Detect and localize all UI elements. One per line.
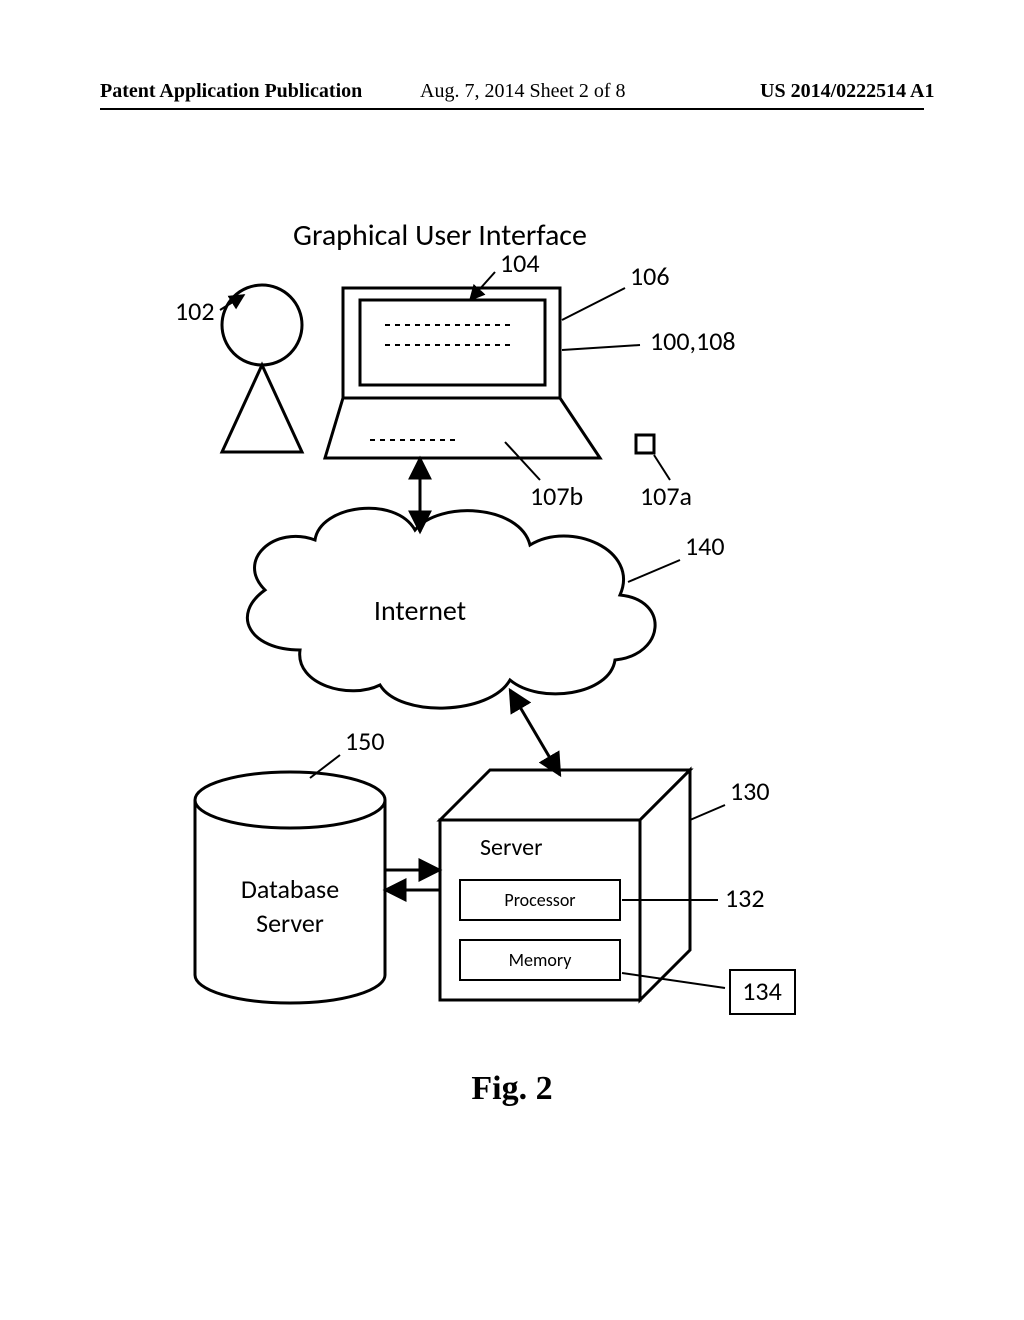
laptop-icon [325,288,600,458]
ref-100-108: 100,108 [650,325,736,357]
ref-107a: 107a [640,480,692,512]
ref-104: 104 [500,247,540,279]
ref-102: 102 [175,295,215,327]
user-icon [222,285,302,452]
ref-150: 150 [345,725,385,757]
figure-caption: Fig. 2 [0,1070,1024,1108]
system-architecture-diagram: Graphical User Interface [0,180,1024,1045]
ref-134: 134 [742,975,782,1007]
ref-140: 140 [685,530,725,562]
server-label: Server [480,833,542,862]
header-publication-type: Patent Application Publication [100,80,362,103]
processor-label: Processor [504,889,575,911]
header-rule [100,108,924,110]
memory-label: Memory [509,949,573,971]
ref-106: 106 [630,260,670,292]
database-label-line2: Server [256,907,324,939]
header-date-sheet: Aug. 7, 2014 Sheet 2 of 8 [420,80,626,103]
header-publication-number: US 2014/0222514 A1 [760,80,934,103]
ref-107b: 107b [530,480,583,512]
media-icon [636,435,654,453]
database-label-line1: Database [241,873,339,905]
internet-label: Internet [374,593,466,628]
ref-130: 130 [730,775,770,807]
diagram-title: Graphical User Interface [293,217,587,254]
ref-132: 132 [725,882,765,914]
connection-cloud-server [510,690,560,775]
